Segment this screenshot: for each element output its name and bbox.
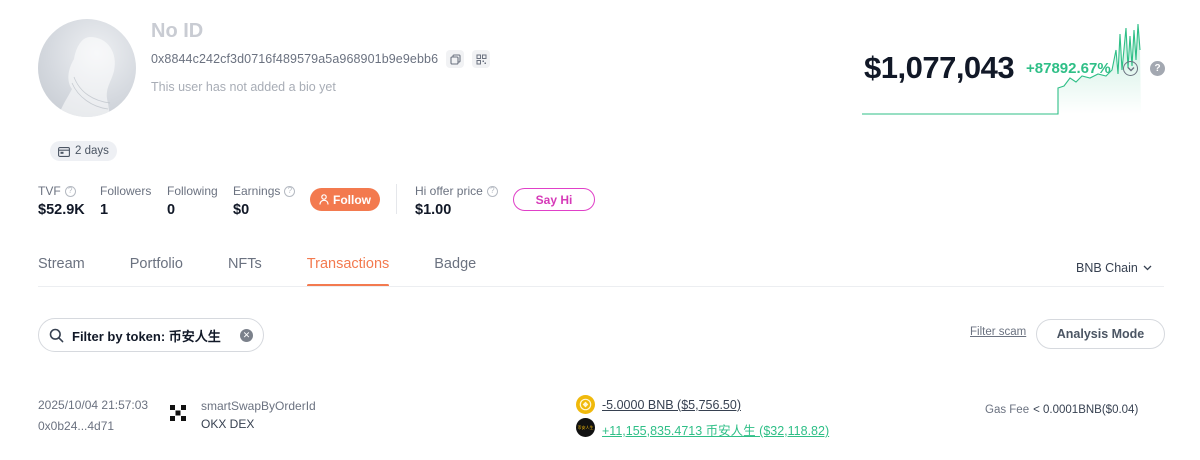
token-filter-text: Filter by token: 币安人生 [72, 328, 221, 344]
tabs-divider [38, 286, 1164, 287]
tx-dex: OKX DEX [201, 417, 255, 431]
gas-fee-value: < 0.0001BNB($0.04) [1033, 404, 1139, 416]
copy-icon[interactable] [446, 50, 465, 68]
calendar-icon [58, 146, 70, 157]
account-age-text: 2 days [75, 145, 109, 157]
stat-hi-offer-price: Hi offer price? $1.00 [415, 184, 498, 218]
say-hi-button[interactable]: Say Hi [513, 188, 595, 211]
tx-amount-out[interactable]: -5.0000 BNB ($5,756.50) [602, 398, 741, 412]
filter-scam-link[interactable]: Filter scam [970, 326, 1026, 338]
question-icon[interactable]: ? [486, 185, 498, 197]
search-icon [49, 328, 64, 342]
chevron-down-icon[interactable] [1123, 61, 1138, 76]
tab-nfts[interactable]: NFTs [228, 256, 262, 287]
tab-portfolio[interactable]: Portfolio [130, 256, 183, 287]
portfolio-balance: $1,077,043 [864, 50, 1015, 85]
tx-datetime: 2025/10/04 21:57:03 [38, 398, 149, 412]
stat-followers[interactable]: Followers 1 [100, 184, 151, 218]
stat-following-value: 0 [167, 202, 176, 218]
chain-selector[interactable]: BNB Chain [1076, 261, 1152, 275]
wallet-address: 0x8844c242cf3d0716f489579a5a968901b9e9eb… [151, 52, 439, 66]
tab-stream[interactable]: Stream [38, 256, 85, 287]
qrcode-icon[interactable] [472, 50, 491, 68]
bnb-token-icon [576, 395, 595, 414]
token-in-icon-text: 币安人生 [577, 424, 594, 430]
question-icon[interactable]: ? [64, 185, 76, 197]
stat-earnings-label: Earnings [233, 184, 281, 198]
close-icon[interactable]: ✕ [240, 328, 253, 342]
stat-hi-offer-label: Hi offer price [415, 184, 483, 198]
profile-tabs: Stream Portfolio NFTs Transactions Badge [38, 256, 476, 287]
stats-divider [396, 184, 397, 214]
stat-earnings: Earnings? $0 [233, 184, 296, 218]
account-age-badge: 2 days [50, 141, 117, 161]
tx-hash-link[interactable]: 0x0b24...4d71 [38, 419, 114, 433]
token-filter-input[interactable]: Filter by token: 币安人生 ✕ [38, 318, 264, 352]
chain-selector-label: BNB Chain [1076, 261, 1138, 275]
address-row: 0x8844c242cf3d0716f489579a5a968901b9e9eb… [151, 50, 491, 68]
gas-fee-label: Gas Fee [985, 404, 1030, 416]
question-icon[interactable]: ? [284, 185, 296, 197]
tab-transactions[interactable]: Transactions [306, 256, 390, 287]
stat-tvf: TVF? $52.9K [38, 184, 85, 218]
stat-following[interactable]: Following 0 [167, 184, 218, 218]
chevron-down-icon [1143, 265, 1152, 271]
tab-badge[interactable]: Badge [434, 256, 476, 287]
analysis-mode-button[interactable]: Analysis Mode [1036, 319, 1165, 349]
gas-fee: Gas Fee < 0.0001BNB($0.04) [985, 404, 1138, 416]
avatar-silhouette-icon [58, 37, 115, 117]
stat-followers-label: Followers [100, 184, 152, 198]
stat-followers-value: 1 [100, 202, 109, 218]
stat-tvf-value: $52.9K [38, 202, 85, 218]
stat-hi-offer-value: $1.00 [415, 202, 452, 218]
follow-button-label: Follow [333, 192, 371, 207]
stat-earnings-value: $0 [233, 202, 250, 218]
profile-name: No ID [151, 20, 204, 42]
user-icon [319, 194, 329, 205]
follow-button[interactable]: Follow [310, 188, 380, 211]
avatar [38, 19, 136, 117]
stat-tvf-label: TVF [38, 184, 61, 198]
stat-following-label: Following [167, 184, 218, 198]
tx-amount-in[interactable]: +11,155,835.4713 币安人生 ($32,118.82) [602, 420, 829, 439]
profile-bio: This user has not added a bio yet [151, 80, 336, 94]
tx-method: smartSwapByOrderId [201, 399, 316, 413]
portfolio-change: +87892.67% [1026, 60, 1111, 77]
okx-logo-icon [170, 405, 186, 421]
question-icon[interactable]: ? [1150, 61, 1165, 76]
token-in-icon: 币安人生 [576, 418, 595, 437]
